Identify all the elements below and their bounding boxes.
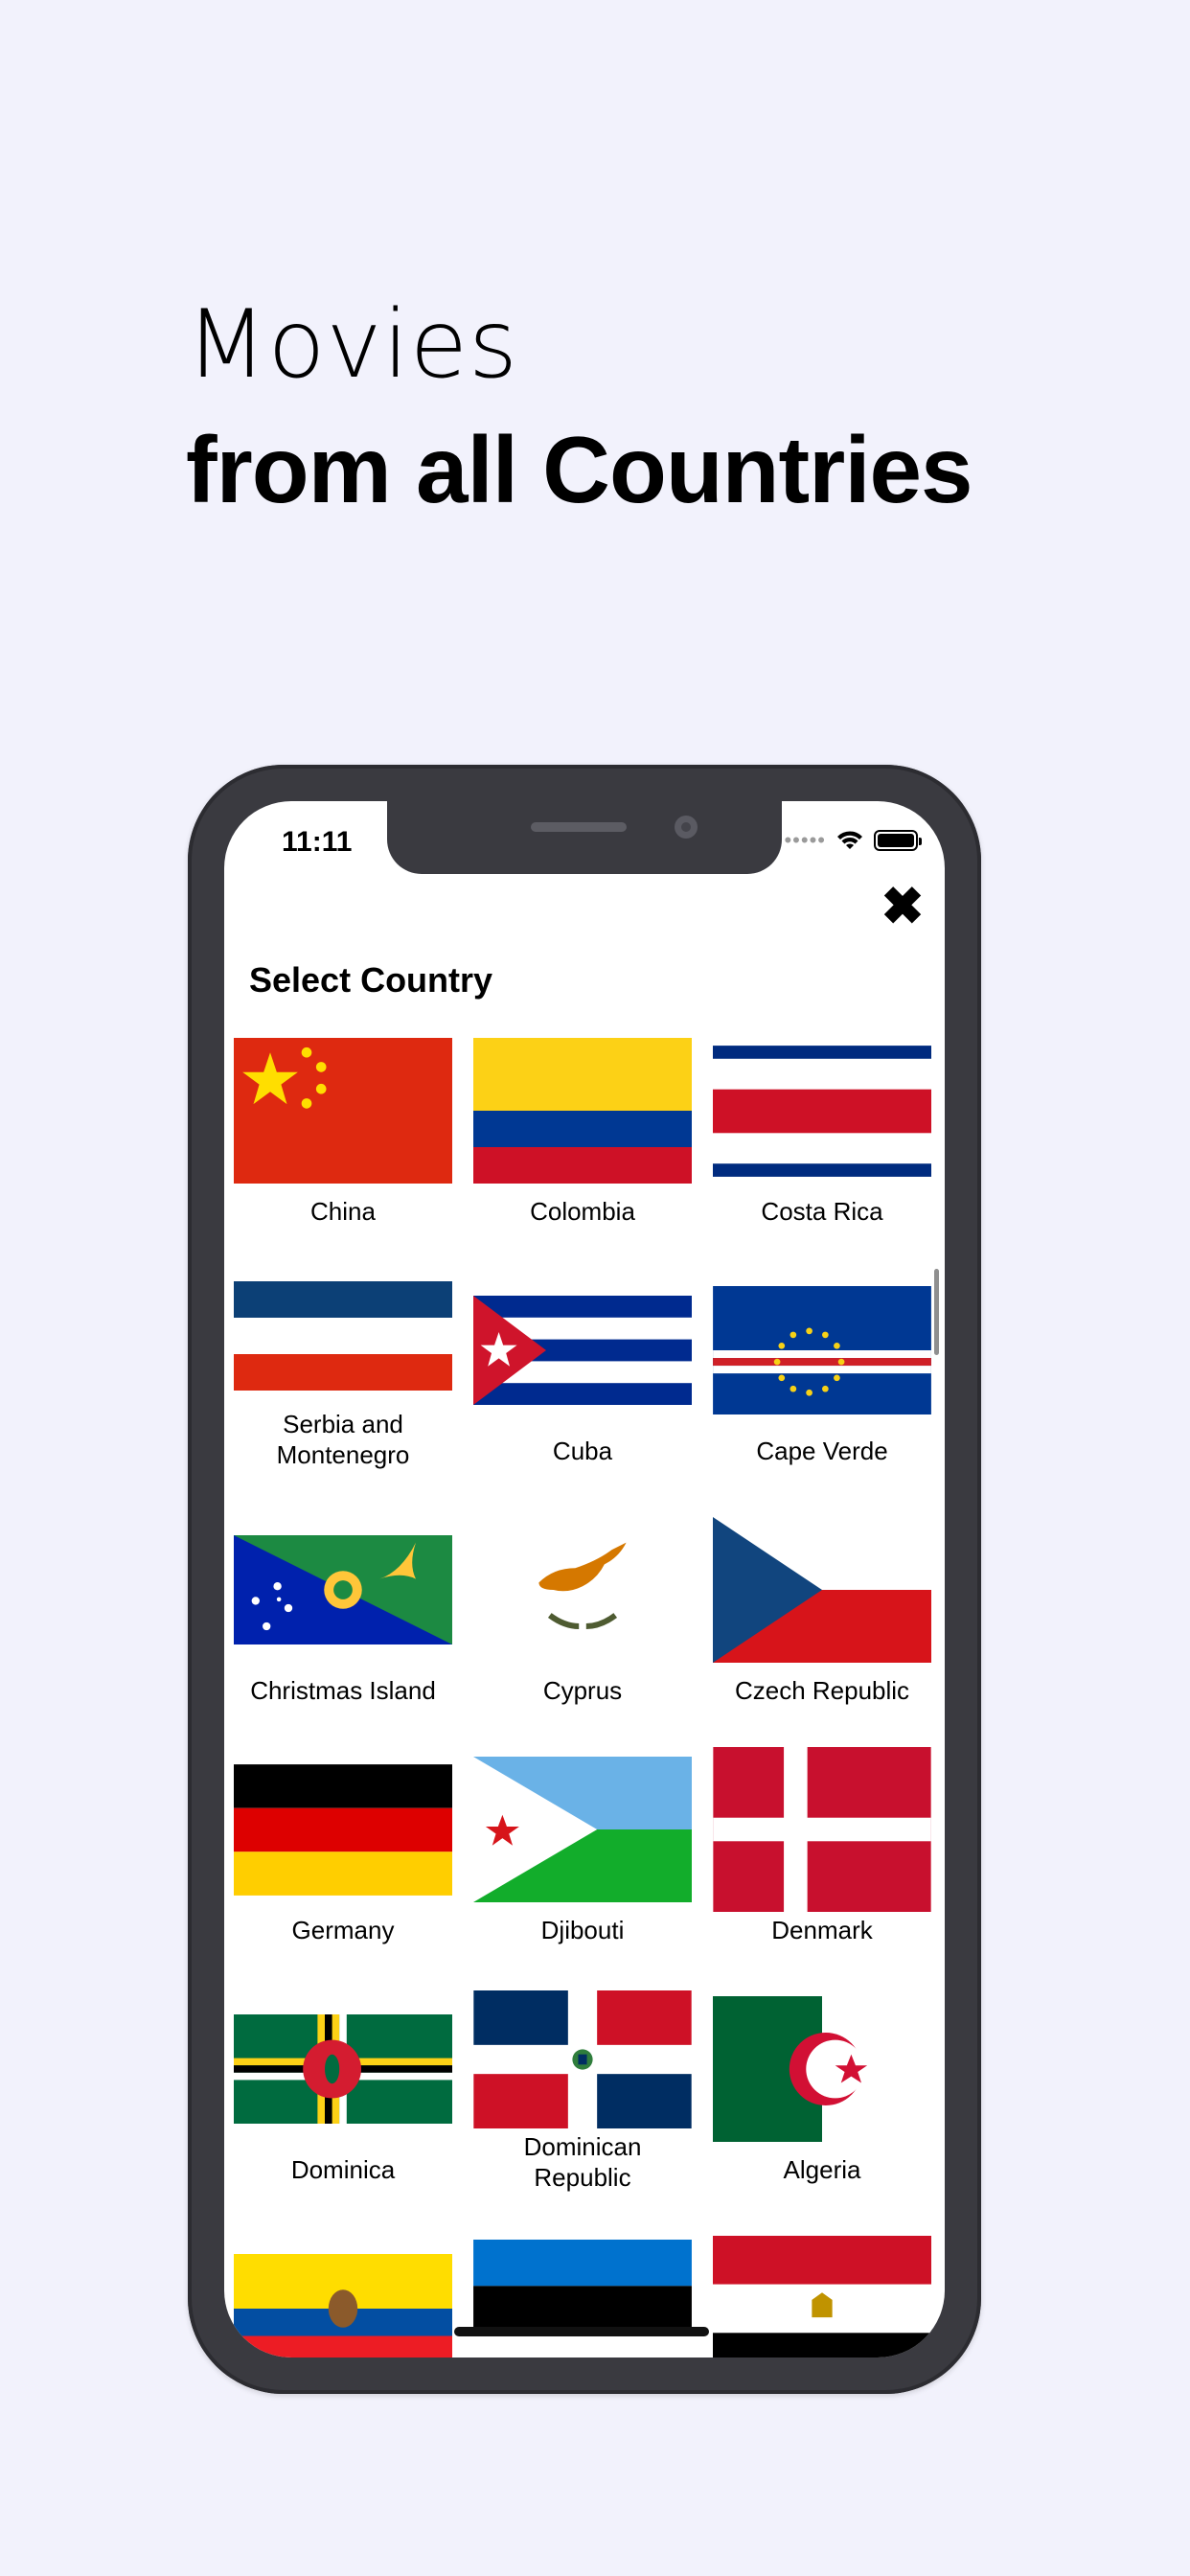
sheet-title: Select Country	[249, 960, 493, 1000]
country-cell-cyprus[interactable]: Cyprus	[473, 1508, 692, 1748]
country-cell-ecuador[interactable]	[234, 2227, 452, 2358]
close-button[interactable]: ✖	[880, 881, 926, 932]
signal-icon: •••••	[784, 828, 826, 852]
country-cell-costa-rica[interactable]: Costa Rica	[713, 1029, 931, 1269]
algeria-flag-icon	[713, 1988, 931, 2150]
country-label: Germany	[291, 1916, 395, 1944]
country-label: Algeria	[783, 2155, 861, 2184]
country-cell-cuba[interactable]: Cuba	[473, 1269, 692, 1508]
country-cell-algeria[interactable]: Algeria	[713, 1988, 931, 2227]
egypt-flag-icon	[713, 2227, 931, 2358]
headline: Movies from all Countries	[186, 288, 973, 527]
dominican-republic-flag-icon	[473, 1988, 692, 2131]
status-time: 11:11	[282, 826, 353, 858]
country-label: Czech Republic	[734, 1676, 910, 1705]
country-label: Serbia and Montenegro	[276, 1410, 410, 1469]
country-cell-egypt[interactable]	[713, 2227, 931, 2358]
country-label: Dominican Republic	[523, 2132, 642, 2192]
country-cell-dominica[interactable]: Dominica	[234, 1988, 452, 2227]
china-flag-icon	[234, 1029, 452, 1192]
country-cell-colombia[interactable]: Colombia	[473, 1029, 692, 1269]
country-label: Colombia	[530, 1197, 635, 1226]
christmas-island-flag-icon	[234, 1508, 452, 1671]
country-label: Dominica	[290, 2155, 396, 2184]
country-cell-serbia-montenegro[interactable]: Serbia and Montenegro	[234, 1269, 452, 1508]
country-cell-estonia[interactable]	[473, 2227, 692, 2358]
serbia-montenegro-flag-icon	[234, 1269, 452, 1403]
country-cell-cape-verde[interactable]: Cape Verde	[713, 1269, 931, 1508]
notch	[387, 801, 782, 874]
scroll-indicator[interactable]	[934, 1269, 939, 1355]
country-label: Cape Verde	[756, 1437, 888, 1465]
headline-line1: Movies	[186, 290, 519, 400]
colombia-flag-icon	[473, 1029, 692, 1192]
country-cell-christmas-island[interactable]: Christmas Island	[234, 1508, 452, 1748]
country-cell-czech-republic[interactable]: Czech Republic	[713, 1508, 931, 1748]
estonia-flag-icon	[473, 2227, 692, 2358]
country-cell-dominican-republic[interactable]: Dominican Republic	[473, 1988, 692, 2227]
country-cell-china[interactable]: China	[234, 1029, 452, 1269]
status-icons: •••••	[784, 828, 922, 853]
country-cell-djibouti[interactable]: Djibouti	[473, 1748, 692, 1988]
headline-line2: from all Countries	[186, 417, 973, 522]
home-indicator[interactable]	[454, 2327, 709, 2336]
costa-rica-flag-icon	[713, 1029, 931, 1192]
country-label: Cuba	[552, 1437, 613, 1465]
czech-flag-icon	[713, 1508, 931, 1671]
cape-verde-flag-icon	[713, 1269, 931, 1432]
denmark-flag-icon	[713, 1747, 931, 1912]
djibouti-flag-icon	[473, 1748, 692, 1911]
phone-frame: 11:11 ••••• ✖ Select Country China Colom…	[188, 765, 981, 2394]
country-cell-germany[interactable]: Germany	[234, 1748, 452, 1988]
phone-screen: 11:11 ••••• ✖ Select Country China Colom…	[224, 801, 945, 2358]
camera-icon	[675, 816, 698, 839]
cuba-flag-icon	[473, 1269, 692, 1432]
country-cell-denmark[interactable]: Denmark	[713, 1747, 931, 1988]
dominica-flag-icon	[234, 1988, 452, 2150]
country-label: China	[310, 1197, 376, 1226]
country-label: Denmark	[771, 1916, 873, 1944]
germany-flag-icon	[234, 1748, 452, 1911]
country-label: Costa Rica	[761, 1197, 883, 1226]
wifi-icon	[837, 831, 862, 849]
ecuador-flag-icon	[234, 2227, 452, 2358]
battery-icon	[874, 830, 922, 851]
country-label: Djibouti	[540, 1916, 625, 1944]
country-label: Christmas Island	[250, 1676, 436, 1705]
speaker	[531, 822, 627, 832]
cyprus-flag-icon	[473, 1508, 692, 1671]
country-label: Cyprus	[542, 1676, 623, 1705]
